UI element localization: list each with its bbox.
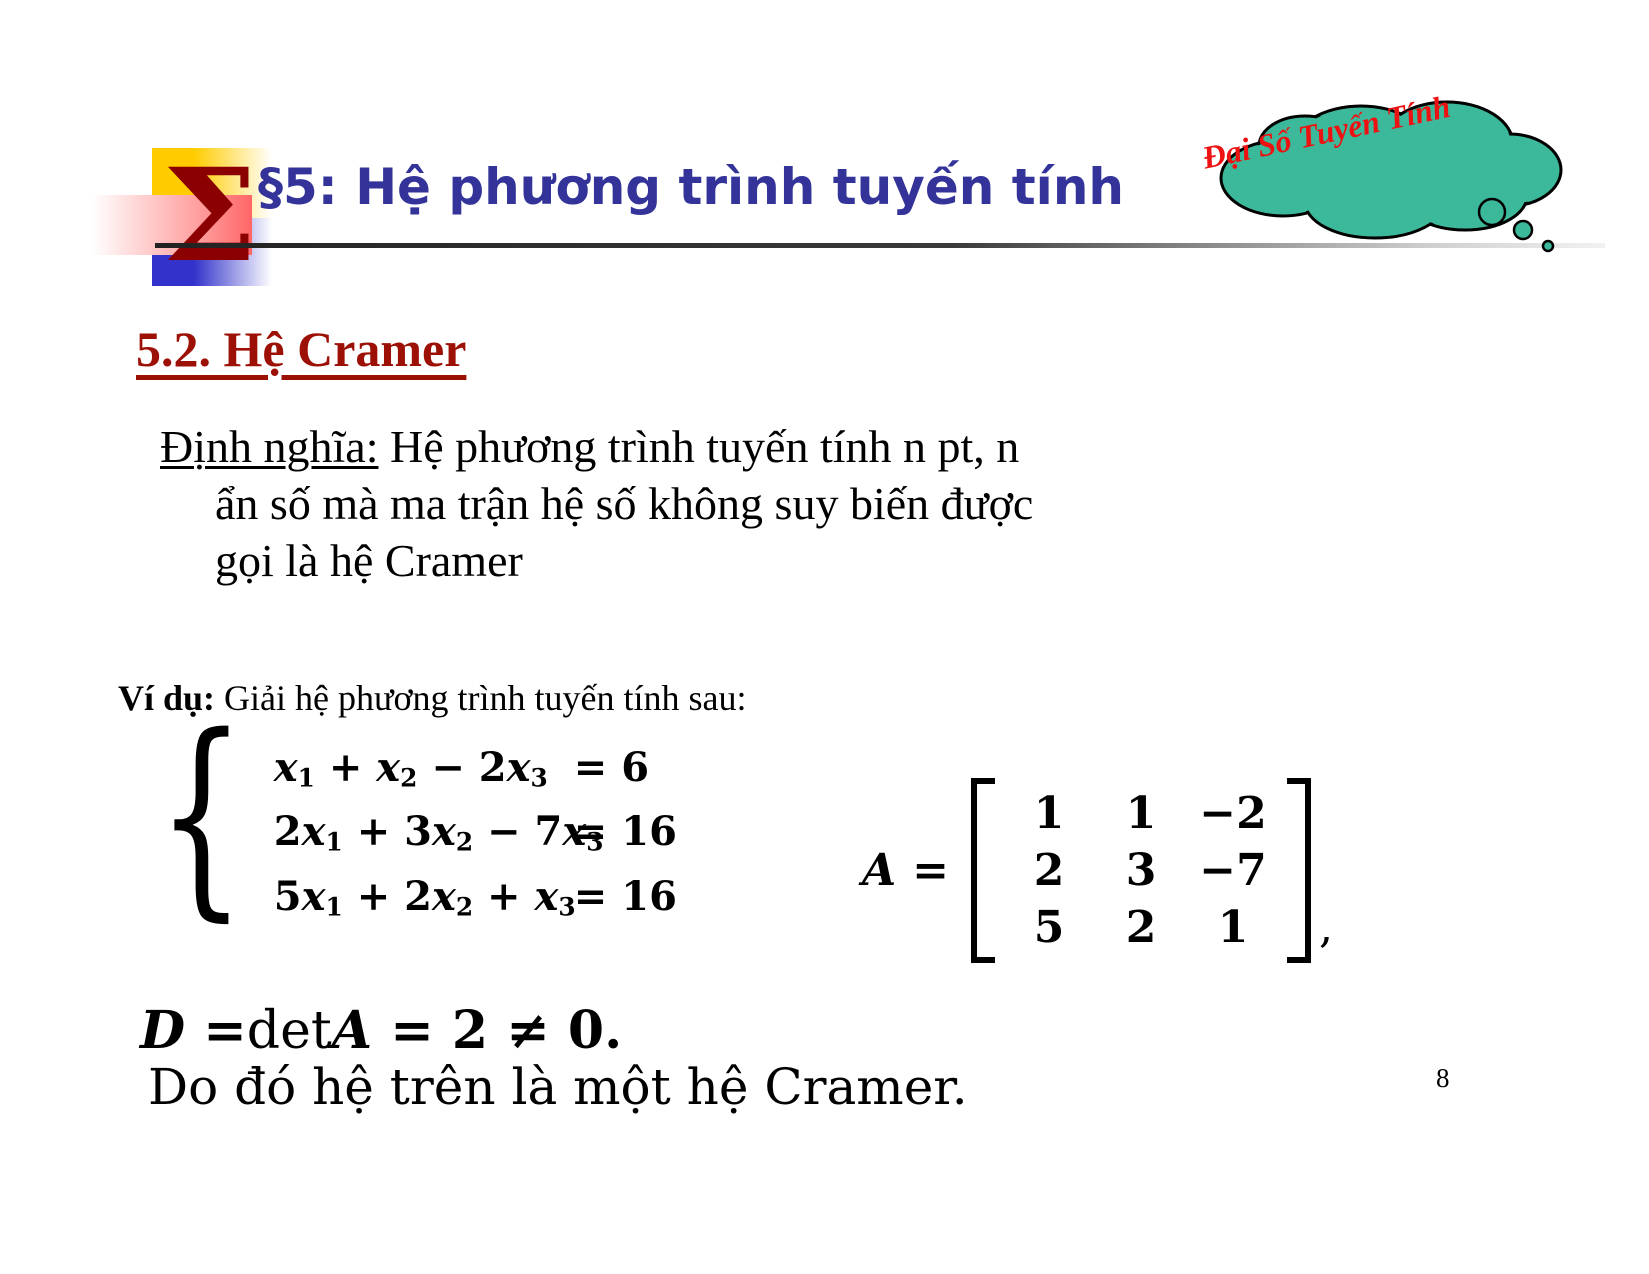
equation-3-rhs: = 16 xyxy=(573,872,677,920)
det-word: det xyxy=(246,1001,332,1061)
matrix-cell: 1 xyxy=(1125,788,1157,839)
determinant-value: 2 xyxy=(451,1000,489,1061)
matrix-equals: = xyxy=(912,845,950,896)
sigma-icon: Σ xyxy=(162,141,258,291)
matrix-trailing-comma: , xyxy=(1319,902,1334,953)
page-title: §5: Hệ phương trình tuyến tính xyxy=(258,158,1125,216)
determinant-equals-1: = xyxy=(203,1000,247,1061)
matrix-cell: 5 xyxy=(1033,902,1065,953)
matrix-cell: 3 xyxy=(1125,845,1157,896)
determinant-matrix-name: A xyxy=(331,1000,373,1061)
section-heading: 5.2. Hệ Cramer xyxy=(136,321,467,377)
matrix-definition: A = 1 1 −2 2 3 −7 5 2 1 , xyxy=(862,778,1333,963)
determinant-equals-2: = xyxy=(390,1000,434,1061)
equation-row: 2x1 + 3x2 − 7x3 = 16 xyxy=(274,808,677,856)
matrix-cell: 1 xyxy=(1217,902,1249,953)
determinant-zero: 0. xyxy=(567,1000,623,1061)
page-number: 8 xyxy=(1436,1063,1450,1093)
equation-system: { x1 + x2 − 2x3 = 6 2x1 + 3x2 − 7x3 = 16… xyxy=(133,707,677,922)
matrix-cell: 2 xyxy=(1125,902,1157,953)
equation-row: 5x1 + 2x2 + x3 = 16 xyxy=(274,873,677,921)
matrix-cell: 2 xyxy=(1033,845,1065,896)
matrix-name: A xyxy=(862,845,897,896)
equation-2-lhs: 2x1 + 3x2 − 7x3 xyxy=(273,808,604,857)
matrix-cell: 1 xyxy=(1033,788,1065,839)
determinant-symbol: D xyxy=(140,1000,186,1061)
matrix-cell: −2 xyxy=(1199,788,1267,839)
cloud-bubble-medium xyxy=(1512,219,1534,241)
not-equal-icon: ≠ xyxy=(506,1000,550,1061)
cloud-bubble-small xyxy=(1541,239,1555,253)
matrix-bracket: 1 1 −2 2 3 −7 5 2 1 xyxy=(971,778,1312,963)
equation-row: x1 + x2 − 2x3 = 6 xyxy=(274,744,677,792)
example-text: Giải hệ phương trình tuyến tính sau: xyxy=(215,678,747,718)
definition-line-3: gọi là hệ Cramer xyxy=(215,535,523,587)
definition-line-1: Hệ phương trình tuyến tính n pt, n xyxy=(378,421,1020,472)
slide-canvas: Σ §5: Hệ phương trình tuyến tính Đại Số … xyxy=(0,0,1649,1274)
system-brace: { xyxy=(156,689,246,940)
thought-cloud: Đại Số Tuyến Tính xyxy=(1165,78,1575,258)
equation-1-lhs: x1 + x2 − 2x3 xyxy=(273,744,548,793)
definition-block: Định nghĩa: Hệ phương trình tuyến tính n… xyxy=(160,418,1390,589)
equation-2-rhs: = 16 xyxy=(573,808,677,856)
matrix-grid: 1 1 −2 2 3 −7 5 2 1 xyxy=(985,788,1297,953)
cloud-bubble-large xyxy=(1477,197,1507,227)
equation-1-rhs: = 6 xyxy=(573,744,650,791)
definition-lead: Định nghĩa: xyxy=(160,421,379,472)
sigma-logo: Σ xyxy=(92,140,284,291)
conclusion-text: Do đó hệ trên là một hệ Cramer. xyxy=(148,1058,968,1116)
determinant-line: D =detA = 2 ≠ 0. xyxy=(140,1000,622,1061)
equation-3-lhs: 5x1 + 2x2 + x3 xyxy=(273,872,576,922)
matrix-cell: −7 xyxy=(1199,845,1267,896)
definition-line-2: ẩn số mà ma trận hệ số không suy biến đư… xyxy=(215,478,1034,530)
